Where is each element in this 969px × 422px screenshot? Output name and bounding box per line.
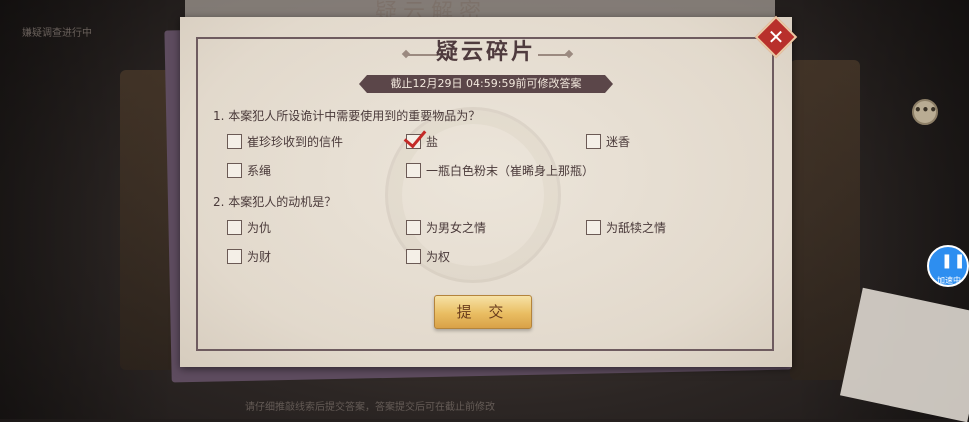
q1-option-incense[interactable]: 迷香 bbox=[586, 133, 630, 150]
checkbox[interactable] bbox=[227, 220, 242, 235]
option-label: 为财 bbox=[247, 250, 272, 264]
dialog-title: 疑云碎片 bbox=[435, 39, 536, 65]
checkbox[interactable] bbox=[406, 249, 421, 264]
checkbox[interactable] bbox=[227, 249, 242, 264]
q1-option-powder[interactable]: 一瓶白色粉末（崔晞身上那瓶） bbox=[406, 162, 594, 179]
q2-option-love[interactable]: 为男女之情 bbox=[406, 219, 486, 236]
title-ornament-right bbox=[538, 54, 568, 56]
submit-button[interactable]: 提 交 bbox=[434, 295, 532, 329]
option-label: 一瓶白色粉末（崔晞身上那瓶） bbox=[426, 164, 595, 178]
chat-bubble-icon[interactable]: ••• bbox=[912, 99, 938, 125]
option-label: 系绳 bbox=[247, 164, 272, 178]
background-label: 嫌疑调查进行中 bbox=[22, 28, 92, 39]
q2-option-money[interactable]: 为财 bbox=[227, 248, 271, 265]
background-scroll-right bbox=[790, 60, 860, 380]
checkbox[interactable] bbox=[406, 163, 421, 178]
deadline-banner: 截止12月29日 04:59:59前可修改答案 bbox=[359, 75, 613, 93]
checkbox[interactable] bbox=[227, 163, 242, 178]
q1-option-letter[interactable]: 崔珍珍收到的信件 bbox=[227, 133, 343, 150]
checkbox[interactable] bbox=[586, 134, 601, 149]
q2-option-revenge[interactable]: 为仇 bbox=[227, 219, 271, 236]
option-label: 为舐犊之情 bbox=[606, 221, 667, 235]
checkbox[interactable] bbox=[406, 220, 421, 235]
checkbox[interactable] bbox=[586, 220, 601, 235]
accelerator-label: 加速中 bbox=[937, 276, 961, 285]
background-bottom-text: 请仔细推敲线索后提交答案，答案提交后可在截止前修改 bbox=[245, 402, 495, 413]
q2-option-power[interactable]: 为权 bbox=[406, 248, 450, 265]
q2-option-parental[interactable]: 为舐犊之情 bbox=[586, 219, 666, 236]
question-2: 2. 本案犯人的动机是？ bbox=[213, 195, 337, 209]
option-label: 崔珍珍收到的信件 bbox=[247, 135, 344, 149]
question-1: 1. 本案犯人所设诡计中需要使用到的重要物品为？ bbox=[213, 109, 481, 123]
option-label: 为男女之情 bbox=[426, 221, 487, 235]
option-label: 为仇 bbox=[247, 221, 272, 235]
q1-option-rope[interactable]: 系绳 bbox=[227, 162, 271, 179]
pause-icon[interactable]: ❚❚ bbox=[941, 253, 966, 269]
option-label: 为权 bbox=[426, 250, 451, 264]
option-label: 盐 bbox=[426, 135, 439, 149]
option-label: 迷香 bbox=[606, 135, 631, 149]
checkbox[interactable] bbox=[227, 134, 242, 149]
checkbox-checked[interactable] bbox=[403, 124, 427, 149]
q1-option-salt[interactable]: 盐 bbox=[403, 124, 439, 150]
